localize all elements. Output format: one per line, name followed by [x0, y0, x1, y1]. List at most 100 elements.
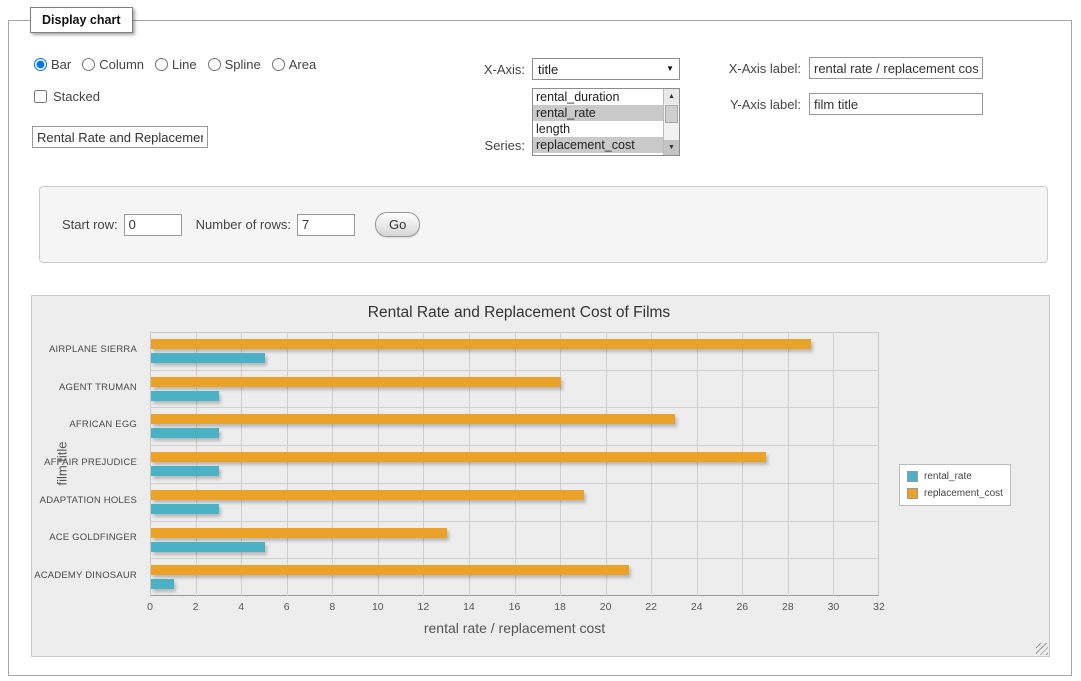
x-tick-label: 18 — [545, 601, 575, 613]
gridline — [469, 332, 470, 596]
y-category-label: ACADEMY DINOSAUR — [32, 570, 144, 581]
x-tick-label: 2 — [181, 601, 211, 613]
y-category-label: AGENT TRUMAN — [32, 382, 144, 393]
chart-type-radio-spline[interactable]: Spline — [208, 57, 261, 72]
gridline — [150, 370, 879, 371]
gridline — [150, 445, 879, 446]
scrollbar-down-icon[interactable]: ▼ — [664, 140, 679, 155]
display-chart-fieldset: Display chart BarColumnLineSplineArea St… — [8, 20, 1072, 676]
x-tick-label: 4 — [226, 601, 256, 613]
bar-rental_rate — [151, 353, 265, 363]
bar-replacement_cost — [151, 452, 766, 462]
gridline — [150, 483, 879, 484]
legend-swatch-rental_rate — [907, 471, 918, 482]
chart-type-radio-column[interactable]: Column — [82, 57, 144, 72]
series-options: rental_durationrental_ratelengthreplacem… — [533, 89, 663, 155]
gridline — [196, 332, 197, 596]
y-axis-label-input[interactable] — [809, 93, 983, 115]
radio-label: Area — [289, 57, 316, 72]
x-axis-label-row: X-Axis label: — [649, 57, 983, 79]
series-label: Series: — [429, 138, 525, 153]
x-tick-label: 16 — [500, 601, 530, 613]
x-tick-label: 26 — [727, 601, 757, 613]
chart-type-radio-area[interactable]: Area — [272, 57, 316, 72]
x-tick-label: 22 — [636, 601, 666, 613]
legend-label: replacement_cost — [924, 488, 1003, 499]
y-category-label: AFRICAN EGG — [32, 419, 144, 430]
gridline — [150, 407, 879, 408]
x-tick-label: 32 — [864, 601, 894, 613]
gridline — [606, 332, 607, 596]
radio-label: Column — [99, 57, 144, 72]
chart-container: Rental Rate and Replacement Cost of Film… — [31, 295, 1050, 657]
bar-replacement_cost — [151, 414, 675, 424]
x-tick-label: 6 — [272, 601, 302, 613]
series-option-length[interactable]: length — [533, 121, 663, 137]
chart-type-radio-group: Bar Column Line Spline Area — [34, 57, 327, 72]
gridline — [742, 332, 743, 596]
bar-replacement_cost — [151, 565, 629, 575]
gridline — [241, 332, 242, 596]
series-select-row: Series: rental_durationrental_ratelength… — [429, 88, 680, 156]
y-axis-label-row: Y-Axis label: — [649, 93, 983, 115]
x-tick-label: 24 — [682, 601, 712, 613]
radio-spline[interactable] — [208, 58, 221, 71]
radio-area[interactable] — [272, 58, 285, 71]
x-tick-label: 12 — [408, 601, 438, 613]
legend-item-rental_rate: rental_rate — [907, 471, 1003, 482]
y-category-label: AFFAIR PREJUDICE — [32, 457, 144, 468]
radio-bar[interactable] — [34, 58, 47, 71]
radio-label: Bar — [51, 57, 71, 72]
stacked-checkbox-row[interactable]: Stacked — [34, 89, 100, 104]
x-axis-select-row: X-Axis: title ▼ — [429, 58, 680, 80]
bar-rental_rate — [151, 391, 219, 401]
go-button[interactable]: Go — [375, 212, 420, 237]
gridline — [423, 332, 424, 596]
number-of-rows-label: Number of rows: — [196, 217, 291, 232]
legend-item-replacement_cost: replacement_cost — [907, 488, 1003, 499]
y-category-label: ADAPTATION HOLES — [32, 495, 144, 506]
chart-legend: rental_rate replacement_cost — [899, 464, 1011, 506]
number-of-rows-input[interactable] — [297, 214, 355, 236]
gridline — [833, 332, 834, 596]
chart-title-input[interactable] — [32, 126, 208, 148]
chart-type-radio-bar[interactable]: Bar — [34, 57, 71, 72]
series-option-rental_duration[interactable]: rental_duration — [533, 89, 663, 105]
gridline — [378, 332, 379, 596]
legend-swatch-replacement_cost — [907, 488, 918, 499]
start-row-input[interactable] — [124, 214, 182, 236]
chart-resize-handle[interactable] — [1036, 643, 1048, 655]
bar-replacement_cost — [151, 339, 811, 349]
radio-line[interactable] — [155, 58, 168, 71]
gridline — [332, 332, 333, 596]
legend-label: rental_rate — [924, 471, 972, 482]
x-tick-label: 14 — [454, 601, 484, 613]
x-axis-label-input[interactable] — [809, 57, 983, 79]
chart-title: Rental Rate and Replacement Cost of Film… — [32, 304, 1006, 322]
bar-replacement_cost — [151, 490, 584, 500]
y-axis-title: film title — [55, 416, 70, 512]
radio-column[interactable] — [82, 58, 95, 71]
x-tick-label: 10 — [363, 601, 393, 613]
bar-rental_rate — [151, 504, 219, 514]
display-chart-page: Display chart BarColumnLineSplineArea St… — [0, 0, 1081, 681]
gridline — [150, 521, 879, 522]
chart-type-radio-line[interactable]: Line — [155, 57, 197, 72]
radio-label: Line — [172, 57, 197, 72]
gridline — [560, 332, 561, 596]
bar-rental_rate — [151, 466, 219, 476]
gridline — [651, 332, 652, 596]
bar-rental_rate — [151, 428, 219, 438]
x-tick-label: 0 — [135, 601, 165, 613]
series-option-replacement_cost[interactable]: replacement_cost — [533, 137, 663, 153]
x-axis-select-label: X-Axis: — [429, 62, 525, 77]
bar-rental_rate — [151, 579, 174, 589]
gridline — [697, 332, 698, 596]
radio-label: Spline — [225, 57, 261, 72]
gridline — [150, 558, 879, 559]
stacked-checkbox[interactable] — [34, 90, 47, 103]
gridline — [788, 332, 789, 596]
series-option-rental_rate[interactable]: rental_rate — [533, 105, 663, 121]
bar-replacement_cost — [151, 377, 561, 387]
y-category-label: ACE GOLDFINGER — [32, 532, 144, 543]
